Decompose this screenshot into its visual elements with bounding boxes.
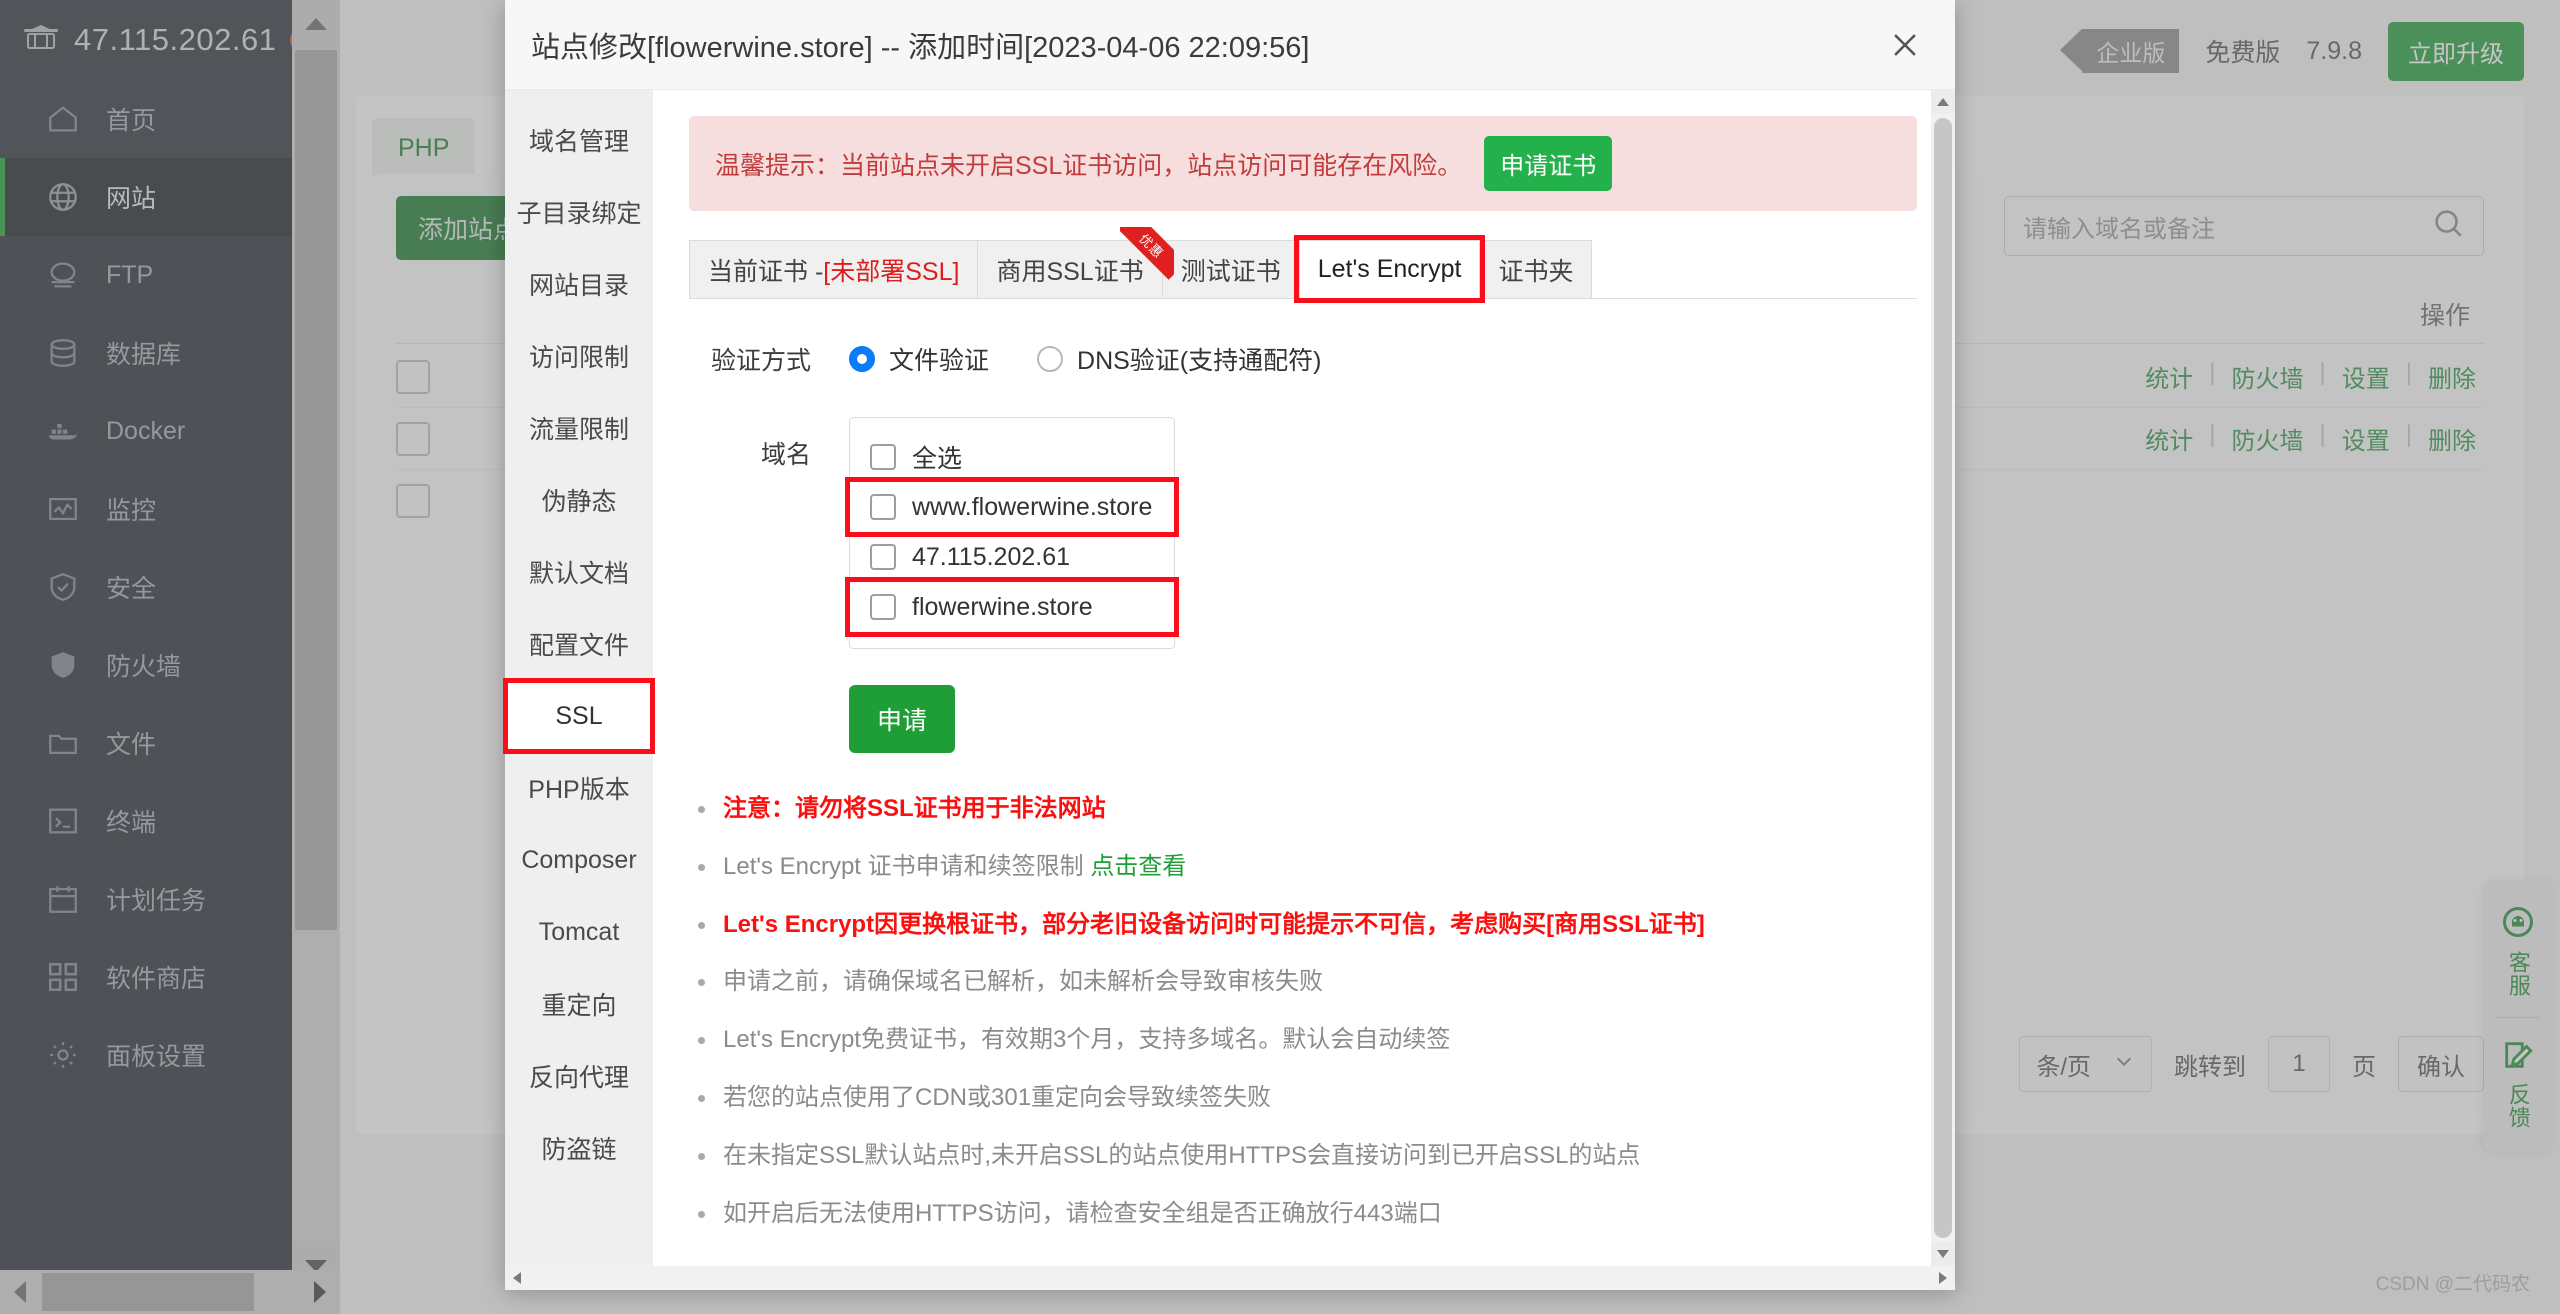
modal-scroll-right-arrow[interactable]	[1931, 1266, 1955, 1290]
radio-file-verification-label: 文件验证	[889, 347, 990, 375]
radio-dns-verification-label: DNS验证(支持通配符)	[1077, 347, 1322, 375]
modal-nav-item-subdir[interactable]: 子目录绑定	[505, 176, 653, 248]
tip-item: 如开启后无法使用HTTPS访问，请检查安全组是否正确放行443端口	[698, 1200, 1917, 1229]
tip-item: Let's Encrypt因更换根证书，部分老旧设备访问时可能提示不可信，考虑购…	[698, 911, 1917, 940]
modal-nav-item-php-version[interactable]: PHP版本	[505, 752, 653, 824]
modal-horizontal-scrollbar[interactable]	[505, 1266, 1955, 1290]
domain-item-label: 47.115.202.61	[912, 542, 1071, 571]
checkbox-icon[interactable]	[870, 544, 896, 570]
tip-item: 在未指定SSL默认站点时,未开启SSL的站点使用HTTPS会直接访问到已开启SS…	[698, 1142, 1917, 1171]
modal-nav-item-reverse-proxy[interactable]: 反向代理	[505, 1040, 653, 1112]
modal-nav-item-default-doc[interactable]: 默认文档	[505, 536, 653, 608]
checkbox-icon[interactable]	[870, 444, 896, 470]
tab-commercial-ssl-label: 商用SSL证书	[996, 257, 1144, 286]
apply-certificate-button[interactable]: 申请证书	[1484, 136, 1613, 191]
modal-scroll-left-arrow[interactable]	[505, 1266, 529, 1290]
tab-current-certificate-status: [未部署SSL]	[823, 257, 960, 286]
modal-nav: 域名管理 子目录绑定 网站目录 访问限制 流量限制 伪静态 默认文档 配置文件 …	[503, 90, 655, 1290]
modal-scroll-up-arrow[interactable]	[1931, 90, 1955, 114]
modal-nav-item-ssl[interactable]: SSL	[503, 678, 655, 754]
domain-list: 全选 www.flowerwine.store 47.115.202.61 fl…	[845, 417, 1179, 649]
domain-item-root[interactable]: flowerwine.store	[845, 577, 1179, 637]
modal-nav-item-domain[interactable]: 域名管理	[505, 104, 653, 176]
domain-item-select-all[interactable]: 全选	[850, 432, 1174, 482]
modal-body: 域名管理 子目录绑定 网站目录 访问限制 流量限制 伪静态 默认文档 配置文件 …	[503, 90, 1955, 1290]
verify-method-label: 验证方式	[710, 347, 811, 375]
domain-item-label: flowerwine.store	[912, 592, 1093, 621]
tips-list: 注意：请勿将SSL证书用于非法网站 Let's Encrypt 证书申请和续签限…	[689, 795, 1917, 1228]
tip-link-view[interactable]: 点击查看	[1090, 853, 1186, 880]
tab-current-certificate-label: 当前证书 -	[708, 257, 824, 286]
modal-nav-item-config-file[interactable]: 配置文件	[505, 608, 653, 680]
modal-vertical-scrollbar[interactable]	[1931, 90, 1955, 1266]
radio-file-verification[interactable]: 文件验证	[849, 341, 989, 377]
domain-item-ip[interactable]: 47.115.202.61	[850, 532, 1174, 582]
site-settings-modal: 站点修改[flowerwine.store] -- 添加时间[2023-04-0…	[503, 0, 1955, 1290]
modal-nav-item-rewrite[interactable]: 伪静态	[505, 464, 653, 536]
checkbox-icon[interactable]	[870, 494, 896, 520]
modal-scroll-down-arrow[interactable]	[1931, 1242, 1955, 1266]
domain-item-label: 全选	[912, 445, 963, 473]
modal-scroll-thumb[interactable]	[1934, 118, 1952, 1238]
tip-item: 若您的站点使用了CDN或301重定向会导致续签失败	[698, 1084, 1917, 1113]
close-icon[interactable]	[1879, 19, 1931, 71]
tip-item: 注意：请勿将SSL证书用于非法网站	[698, 795, 1917, 824]
radio-dot-selected-icon	[849, 346, 875, 372]
certificate-tabs: 当前证书 - [未部署SSL] 商用SSL证书 优惠 测试证书 Let's En…	[689, 227, 1917, 303]
tab-current-certificate[interactable]: 当前证书 - [未部署SSL]	[689, 240, 979, 298]
tip-item: Let's Encrypt免费证书，有效期3个月，支持多域名。默认会自动续签	[698, 1026, 1917, 1055]
modal-nav-item-anti-leech[interactable]: 防盗链	[505, 1112, 653, 1184]
checkbox-icon[interactable]	[870, 594, 896, 620]
domain-label: 域名	[760, 441, 811, 469]
modal-nav-item-composer[interactable]: Composer	[505, 824, 653, 896]
tip-text: Let's Encrypt 证书申请和续签限制	[723, 852, 1091, 880]
domain-row: 域名 全选 www.flowerwine.store 47.115.202.61…	[689, 417, 1917, 649]
modal-nav-item-traffic-limit[interactable]: 流量限制	[505, 392, 653, 464]
radio-dns-verification[interactable]: DNS验证(支持通配符)	[1037, 341, 1321, 377]
tab-commercial-ssl[interactable]: 商用SSL证书 优惠	[977, 227, 1174, 298]
submit-apply-button[interactable]: 申请	[849, 685, 956, 753]
modal-nav-item-tomcat[interactable]: Tomcat	[505, 896, 653, 968]
domain-item-www[interactable]: www.flowerwine.store	[845, 477, 1179, 537]
modal-main: 温馨提示：当前站点未开启SSL证书访问，站点访问可能存在风险。 申请证书 当前证…	[653, 90, 1955, 1290]
modal-nav-item-site-dir[interactable]: 网站目录	[505, 248, 653, 320]
application-root: 企业版 免费版 7.9.8 立即升级 PHP 添加站点 请输入域名或备注 操作 …	[0, 0, 2560, 1314]
tip-item: 申请之前，请确保域名已解析，如未解析会导致审核失败	[698, 968, 1917, 997]
radio-dot-icon	[1037, 346, 1064, 372]
modal-title: 站点修改[flowerwine.store] -- 添加时间[2023-04-0…	[531, 31, 1310, 64]
modal-nav-item-access-limit[interactable]: 访问限制	[505, 320, 653, 392]
modal-header: 站点修改[flowerwine.store] -- 添加时间[2023-04-0…	[505, 0, 1955, 90]
alert-text: 温馨提示：当前站点未开启SSL证书访问，站点访问可能存在风险。	[715, 151, 1463, 180]
verify-method-options: 文件验证 DNS验证(支持通配符)	[849, 341, 1321, 377]
modal-nav-item-redirect[interactable]: 重定向	[505, 968, 653, 1040]
ssl-warning-alert: 温馨提示：当前站点未开启SSL证书访问，站点访问可能存在风险。 申请证书	[689, 116, 1917, 211]
tip-item: Let's Encrypt 证书申请和续签限制 点击查看	[698, 852, 1917, 882]
verify-method-row: 验证方式 文件验证 DNS验证(支持通配符)	[689, 341, 1917, 377]
tab-certificate-folder[interactable]: 证书夹	[1479, 240, 1593, 298]
tab-lets-encrypt[interactable]: Let's Encrypt	[1293, 235, 1486, 303]
tab-test-certificate[interactable]: 测试证书	[1161, 240, 1300, 298]
domain-item-label: www.flowerwine.store	[912, 492, 1153, 521]
